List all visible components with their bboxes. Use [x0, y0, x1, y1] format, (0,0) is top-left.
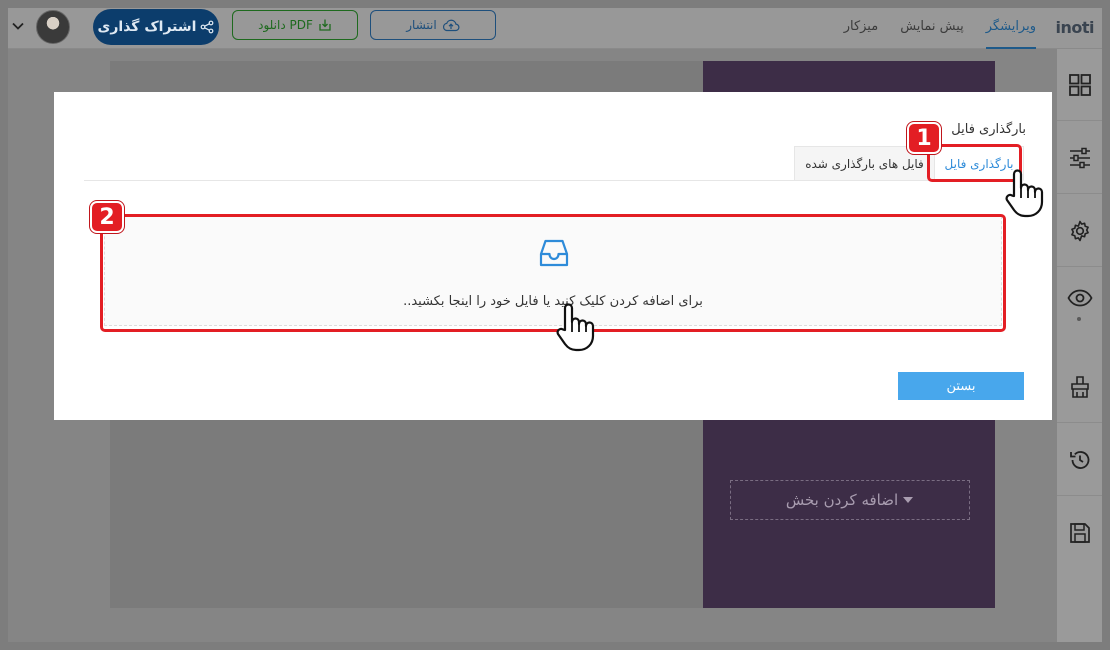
- nav-item-dashboard[interactable]: میزکار: [844, 8, 879, 49]
- sidebar-item-layouts[interactable]: [1057, 49, 1102, 121]
- gear-icon: [1070, 220, 1089, 241]
- add-section-button[interactable]: اضافه کردن بخش: [730, 480, 970, 520]
- close-button[interactable]: بستن: [898, 372, 1024, 400]
- sidebar-item-history[interactable]: [1057, 424, 1102, 496]
- sidebar-item-save[interactable]: [1057, 497, 1102, 569]
- top-bar: inoti ویرایشگر پیش نمایش میزکار انتشار د…: [8, 8, 1102, 49]
- save-icon: [1069, 523, 1090, 543]
- screenshot-frame: inoti ویرایشگر پیش نمایش میزکار انتشار د…: [0, 0, 1110, 650]
- right-sidebar: [1057, 49, 1102, 642]
- sidebar-item-clean[interactable]: [1057, 351, 1102, 423]
- share-label: اشتراک گذاری: [97, 19, 197, 35]
- caret-down-icon: [903, 497, 914, 503]
- pointer-hand-icon: [556, 303, 595, 352]
- publish-label: انتشار: [406, 18, 437, 32]
- add-section-label: اضافه کردن بخش: [785, 491, 899, 509]
- grid-icon: [1068, 73, 1091, 96]
- app-logo[interactable]: inoti: [1056, 18, 1095, 37]
- modal-title: بارگذاری فایل: [951, 122, 1026, 137]
- nav-item-editor[interactable]: ویرایشگر: [985, 8, 1036, 49]
- sidebar-item-settings[interactable]: [1057, 195, 1102, 267]
- download-pdf-button[interactable]: دانلود PDF: [232, 10, 358, 40]
- main-nav: ویرایشگر پیش نمایش میزکار: [844, 8, 1036, 49]
- sidebar-item-adjust[interactable]: [1057, 122, 1102, 194]
- share-icon: [201, 20, 214, 34]
- cloud-upload-icon: [442, 19, 460, 32]
- download-pdf-label: دانلود PDF: [258, 18, 313, 32]
- nav-item-preview[interactable]: پیش نمایش: [900, 8, 964, 49]
- user-avatar[interactable]: [36, 10, 70, 44]
- step-badge-2: 2: [90, 201, 124, 233]
- chevron-down-icon[interactable]: [10, 18, 26, 34]
- upload-tabs: بارگذاری فایل فایل های بارگذاری شده: [84, 146, 1024, 181]
- eye-icon: [1066, 289, 1093, 307]
- pointer-hand-icon: [1005, 169, 1044, 218]
- publish-button[interactable]: انتشار: [370, 10, 496, 40]
- step-badge-1: 1: [907, 122, 941, 154]
- brush-icon: [1070, 375, 1089, 398]
- sidebar-indicator-dot: [1077, 317, 1081, 321]
- share-button[interactable]: اشتراک گذاری: [93, 9, 219, 45]
- download-icon: [319, 19, 331, 31]
- sliders-icon: [1069, 147, 1090, 168]
- history-icon: [1069, 450, 1089, 469]
